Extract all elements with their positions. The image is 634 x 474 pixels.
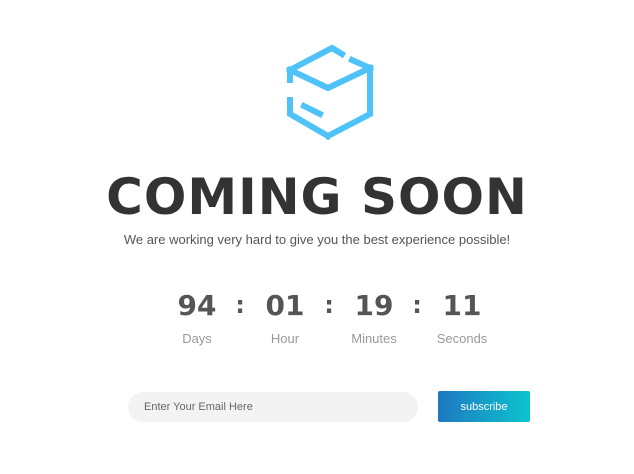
countdown-seconds-label: Seconds [436, 331, 488, 346]
countdown-minutes-value: 19 [354, 289, 394, 322]
countdown-hours-value: 01 [265, 289, 305, 322]
countdown-days-value: 94 [177, 289, 217, 322]
email-input[interactable] [128, 392, 418, 422]
subscribe-button[interactable]: subscribe [438, 391, 530, 422]
countdown-hours-label: Hour [270, 331, 300, 346]
page-title: COMING SOON [106, 168, 528, 226]
countdown-timer: 94 Days : 01 Hour : 19 Minutes : 11 Seco… [150, 287, 490, 353]
countdown-seconds-value: 11 [442, 289, 482, 322]
countdown-days: 94 Days [157, 287, 237, 347]
box-logo-icon [284, 44, 378, 144]
countdown-days-label: Days [182, 331, 212, 346]
countdown-seconds: 11 Seconds [422, 287, 502, 347]
countdown-hours: 01 Hour [245, 287, 325, 347]
page-subtitle: We are working very hard to give you the… [123, 232, 511, 247]
countdown-minutes: 19 Minutes [334, 287, 414, 347]
countdown-minutes-label: Minutes [351, 331, 397, 346]
